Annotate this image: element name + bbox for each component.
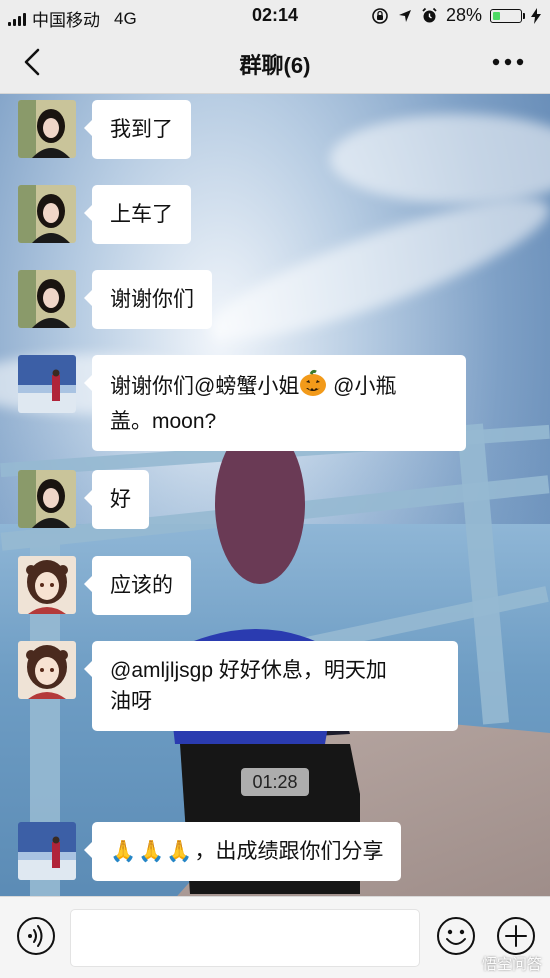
- status-bar: 中国移动 4G 02:14 28%: [0, 0, 550, 32]
- seaside-photo-avatar[interactable]: [18, 822, 76, 880]
- battery-percent: 28%: [445, 5, 482, 25]
- location-arrow-icon: [398, 9, 411, 22]
- input-bar: 悟空问答: [0, 896, 550, 978]
- message-row: 🙏🙏🙏，出成绩跟你们分享: [18, 822, 402, 881]
- seaside-photo-avatar[interactable]: [18, 355, 76, 413]
- girl-photo-avatar[interactable]: [18, 470, 76, 528]
- anime-girl-avatar[interactable]: [18, 641, 76, 699]
- message-text: 谢谢你们: [110, 288, 194, 311]
- battery-tip: [523, 12, 525, 19]
- girl-photo-avatar[interactable]: [18, 185, 76, 243]
- girl-photo-avatar[interactable]: [18, 100, 76, 158]
- message-bubble[interactable]: 谢谢你们: [84, 270, 212, 329]
- nav-bar: 群聊(6): [0, 32, 550, 94]
- message-text: @amljljsgp 好好休息，明天加: [110, 659, 387, 682]
- anime-girl-avatar[interactable]: [18, 556, 76, 614]
- battery-icon: [490, 8, 525, 23]
- message-bubble[interactable]: @amljljsgp 好好休息，明天加 油呀: [84, 641, 458, 731]
- watermark: 悟空问答: [481, 956, 542, 973]
- message-row: 好: [18, 470, 149, 529]
- message-bubble[interactable]: 🙏🙏🙏，出成绩跟你们分享: [83, 822, 402, 881]
- girl-photo-avatar[interactable]: [18, 270, 76, 328]
- message-bubble[interactable]: 应该的: [84, 556, 191, 615]
- message-bubble[interactable]: 谢谢你们@螃蟹小姐 @小瓶 盖。moon?: [84, 355, 466, 451]
- message-row: 谢谢你们@螃蟹小姐 @小瓶 盖。moon?: [18, 355, 466, 451]
- bg-cloud: [330, 114, 550, 204]
- message-text: ，出成绩跟你们分享: [194, 840, 384, 863]
- status-right: 28%: [371, 5, 542, 26]
- message-bubble[interactable]: 我到了: [84, 100, 191, 159]
- time-divider: 01:28: [241, 768, 309, 796]
- battery-fill: [493, 11, 500, 20]
- pumpkin-emoji-icon: [299, 369, 327, 406]
- message-text: 好: [110, 488, 131, 511]
- message-input[interactable]: [70, 909, 420, 967]
- message-bubble[interactable]: 上车了: [84, 185, 191, 244]
- charging-bolt-icon: [531, 7, 541, 24]
- message-text: 盖。moon?: [110, 410, 217, 433]
- rotation-lock-icon: [372, 7, 388, 24]
- smiley-icon[interactable]: [436, 916, 476, 956]
- message-text: 应该的: [110, 574, 173, 597]
- message-row: 上车了: [18, 185, 191, 244]
- message-row: 我到了: [18, 100, 191, 159]
- message-text: 谢谢你们@螃蟹小姐: [110, 375, 300, 398]
- message-text: @小瓶: [327, 375, 397, 398]
- chat-title: 群聊(6): [239, 53, 311, 78]
- message-row: 谢谢你们: [18, 270, 212, 329]
- plus-circle-icon[interactable]: [496, 916, 536, 956]
- message-text: 上车了: [110, 203, 173, 226]
- praying-hands-emoji: 🙏🙏🙏: [110, 840, 195, 863]
- voice-icon[interactable]: [16, 916, 56, 956]
- message-text: 我到了: [110, 118, 173, 141]
- alarm-icon: [422, 7, 437, 23]
- message-text: 油呀: [110, 690, 152, 713]
- chat-area[interactable]: 我到了 上车了 谢谢你们 谢谢你们@螃蟹小姐 @小瓶 盖。moon? 好 应该的…: [0, 94, 550, 896]
- message-row: @amljljsgp 好好休息，明天加 油呀: [18, 641, 458, 731]
- message-bubble[interactable]: 好: [84, 470, 149, 529]
- ellipsis-icon[interactable]: [488, 48, 528, 76]
- message-row: 应该的: [18, 556, 191, 615]
